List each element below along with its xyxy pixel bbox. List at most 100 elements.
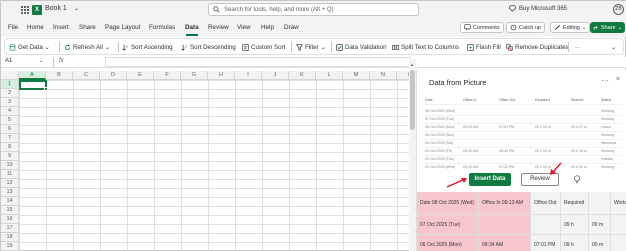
- avatar[interactable]: ZB: [613, 4, 624, 15]
- lightbulb-icon[interactable]: [573, 175, 581, 184]
- pane-more-button[interactable]: ···: [601, 76, 609, 85]
- tab-help[interactable]: Help: [261, 24, 274, 31]
- workbook-name[interactable]: Book 1: [45, 5, 67, 12]
- chevron-down-icon[interactable]: ⌄: [611, 42, 616, 52]
- catch-up-button[interactable]: Catch up: [506, 22, 546, 33]
- comments-button[interactable]: Comments: [460, 22, 504, 33]
- close-icon[interactable]: ×: [616, 76, 620, 83]
- column-header[interactable]: C: [73, 71, 100, 80]
- row-header[interactable]: 1: [1, 80, 19, 89]
- vertical-scrollbar[interactable]: ▲: [409, 59, 416, 251]
- table-cell[interactable]: 07 Oct 2025 (Tue): [417, 215, 479, 235]
- scrollbar-thumb[interactable]: [410, 70, 415, 130]
- table-cell[interactable]: 09:34 AM: [479, 235, 531, 251]
- row-header[interactable]: 15: [1, 206, 19, 215]
- column-header[interactable]: A: [19, 71, 46, 80]
- active-cell[interactable]: [19, 80, 47, 90]
- column-header[interactable]: J: [262, 71, 289, 80]
- column-header[interactable]: I: [235, 71, 262, 80]
- sort-ascending-button[interactable]: A Sort Ascending: [122, 42, 173, 52]
- row-header[interactable]: 4: [1, 107, 19, 116]
- get-data-button[interactable]: Get Data ⌄: [9, 42, 50, 52]
- table-cell[interactable]: [611, 215, 626, 235]
- table-cell[interactable]: 00 m: [589, 215, 611, 235]
- remove-duplicates-button[interactable]: Remove Duplicates: [506, 42, 569, 52]
- select-all-corner[interactable]: [1, 71, 19, 80]
- table-cell[interactable]: [531, 215, 561, 235]
- table-header-row[interactable]: Date 08 Oct 2025 (Wed) Office In 09:13 AM…: [417, 192, 626, 215]
- worksheet-grid[interactable]: ABCDEFGHIJKLMNO 123456789101112131415161…: [1, 71, 409, 251]
- extracted-data-table[interactable]: Date 08 Oct 2025 (Wed) Office In 09:13 AM…: [417, 192, 626, 251]
- table-cell[interactable]: 09 h: [561, 215, 589, 235]
- function-icon[interactable]: fx: [59, 58, 64, 64]
- row-header[interactable]: 7: [1, 134, 19, 143]
- row-header[interactable]: 2: [1, 89, 19, 98]
- row-header[interactable]: 14: [1, 197, 19, 206]
- refresh-all-button[interactable]: Refresh All ⌄: [64, 42, 110, 52]
- split-text-to-columns-button[interactable]: Split Text to Columns: [392, 42, 459, 52]
- table-cell[interactable]: [479, 215, 531, 235]
- sort-descending-button[interactable]: Z Sort Descending: [181, 42, 236, 52]
- table-row[interactable]: 06 Oct 2025 (Mon) 09:34 AM 07:01 PM 09 h 00 …: [417, 235, 626, 251]
- search-input[interactable]: Search for tools, help, and more (Alt + …: [208, 3, 419, 16]
- app-launcher-icon[interactable]: [21, 6, 29, 14]
- row-header[interactable]: 18: [1, 233, 19, 242]
- row-header[interactable]: 19: [1, 242, 19, 251]
- column-header[interactable]: G: [181, 71, 208, 80]
- buy-microsoft-365-link[interactable]: Buy Microsoft 365: [509, 5, 567, 12]
- row-header[interactable]: 12: [1, 179, 19, 188]
- tab-page-layout[interactable]: Page Layout: [105, 24, 140, 31]
- table-cell[interactable]: Required: [561, 192, 589, 215]
- row-header[interactable]: 3: [1, 98, 19, 107]
- table-row[interactable]: 07 Oct 2025 (Tue) 09 h 00 m: [417, 215, 626, 235]
- column-header[interactable]: B: [46, 71, 73, 80]
- row-header[interactable]: 10: [1, 161, 19, 170]
- tab-data[interactable]: Data: [185, 24, 199, 31]
- tab-share[interactable]: Share: [79, 24, 96, 31]
- share-button[interactable]: Share ⌄: [590, 22, 625, 33]
- insert-data-button[interactable]: Insert Data: [469, 173, 511, 186]
- data-validation-button[interactable]: Data Validation: [336, 42, 387, 52]
- cell-area[interactable]: [19, 80, 409, 251]
- editing-mode-button[interactable]: Editing ⌄: [550, 22, 591, 33]
- chevron-down-icon[interactable]: ⌄: [39, 58, 43, 64]
- formula-input[interactable]: [105, 57, 411, 67]
- filter-button[interactable]: Filter ⌄: [296, 42, 326, 52]
- custom-sort-button[interactable]: Custom Sort: [242, 42, 285, 52]
- column-header[interactable]: M: [343, 71, 370, 80]
- name-box[interactable]: A1: [4, 58, 41, 67]
- column-header[interactable]: L: [316, 71, 343, 80]
- chevron-down-icon[interactable]: ⌄: [74, 5, 79, 12]
- column-header[interactable]: H: [208, 71, 235, 80]
- column-header[interactable]: O: [397, 71, 409, 80]
- table-cell[interactable]: [611, 235, 626, 251]
- row-header[interactable]: 6: [1, 125, 19, 134]
- tab-view[interactable]: View: [237, 24, 251, 31]
- scroll-up-icon[interactable]: ▲: [410, 62, 414, 67]
- row-header[interactable]: 16: [1, 215, 19, 224]
- column-header[interactable]: K: [289, 71, 316, 80]
- row-header[interactable]: 9: [1, 152, 19, 161]
- row-header[interactable]: 13: [1, 188, 19, 197]
- row-header[interactable]: 8: [1, 143, 19, 152]
- fill-handle[interactable]: [44, 87, 48, 91]
- table-cell[interactable]: Worke: [611, 192, 626, 215]
- table-cell[interactable]: Office Out: [531, 192, 561, 215]
- tab-formulas[interactable]: Formulas: [149, 24, 175, 31]
- table-cell[interactable]: 07:01 PM: [531, 235, 561, 251]
- column-header[interactable]: D: [100, 71, 127, 80]
- more-options-button[interactable]: ···: [574, 42, 580, 52]
- row-header[interactable]: 11: [1, 170, 19, 179]
- column-header[interactable]: F: [154, 71, 181, 80]
- column-header[interactable]: N: [370, 71, 397, 80]
- row-header[interactable]: 5: [1, 116, 19, 125]
- table-cell[interactable]: 06 Oct 2025 (Mon): [417, 235, 479, 251]
- table-cell[interactable]: [589, 192, 611, 215]
- table-cell[interactable]: Office In 09:13 AM: [479, 192, 531, 215]
- tab-home[interactable]: Home: [27, 24, 44, 31]
- table-cell[interactable]: Date 08 Oct 2025 (Wed): [417, 192, 479, 215]
- row-header[interactable]: 17: [1, 224, 19, 233]
- column-header[interactable]: E: [127, 71, 154, 80]
- tab-draw[interactable]: Draw: [284, 24, 299, 31]
- tab-file[interactable]: File: [8, 24, 18, 31]
